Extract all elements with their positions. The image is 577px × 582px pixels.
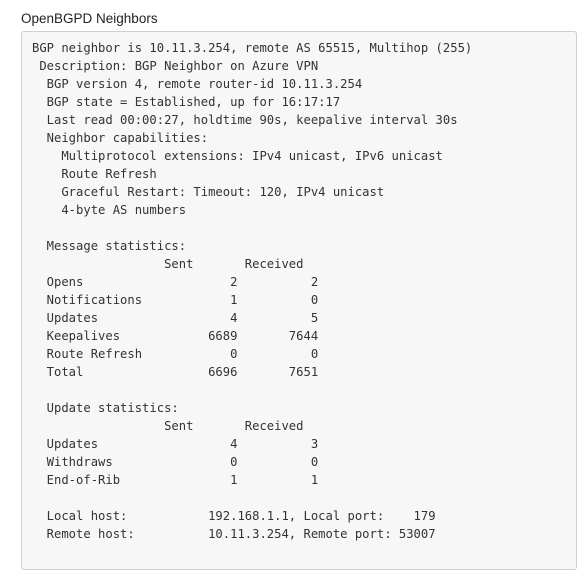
output-line: BGP version 4, remote router-id 10.11.3.… <box>32 77 363 91</box>
bgp-neighbor-output-box: BGP neighbor is 10.11.3.254, remote AS 6… <box>21 31 577 570</box>
output-line: Route Refresh <box>32 167 157 181</box>
output-line: Opens 2 2 <box>32 275 319 289</box>
output-line: Withdraws 0 0 <box>32 455 319 469</box>
output-line: Updates 4 5 <box>32 311 319 325</box>
output-line: Local host: 192.168.1.1, Local port: 179 <box>32 509 436 523</box>
output-line: Multiprotocol extensions: IPv4 unicast, … <box>32 149 443 163</box>
output-line: Description: BGP Neighbor on Azure VPN <box>32 59 319 73</box>
output-line: Updates 4 3 <box>32 437 319 451</box>
output-line: Last read 00:00:27, holdtime 90s, keepal… <box>32 113 458 127</box>
output-line: Notifications 1 0 <box>32 293 319 307</box>
output-line: Total 6696 7651 <box>32 365 319 379</box>
output-line: Graceful Restart: Timeout: 120, IPv4 uni… <box>32 185 385 199</box>
output-line: BGP state = Established, up for 16:17:17 <box>32 95 341 109</box>
output-line: Update statistics: <box>32 401 179 415</box>
output-line: Message statistics: <box>32 239 187 253</box>
panel-title: OpenBGPD Neighbors <box>21 11 158 26</box>
page: OpenBGPD Neighbors BGP neighbor is 10.11… <box>0 0 577 582</box>
output-line: Neighbor capabilities: <box>32 131 209 145</box>
output-line: Keepalives 6689 7644 <box>32 329 319 343</box>
output-line: 4-byte AS numbers <box>32 203 187 217</box>
output-line: Sent Received <box>32 257 304 271</box>
output-line: End-of-Rib 1 1 <box>32 473 319 487</box>
bgp-neighbor-output: BGP neighbor is 10.11.3.254, remote AS 6… <box>32 39 472 543</box>
output-line: BGP neighbor is 10.11.3.254, remote AS 6… <box>32 41 473 55</box>
output-line: Route Refresh 0 0 <box>32 347 319 361</box>
output-line: Remote host: 10.11.3.254, Remote port: 5… <box>32 527 436 541</box>
output-line: Sent Received <box>32 419 304 433</box>
